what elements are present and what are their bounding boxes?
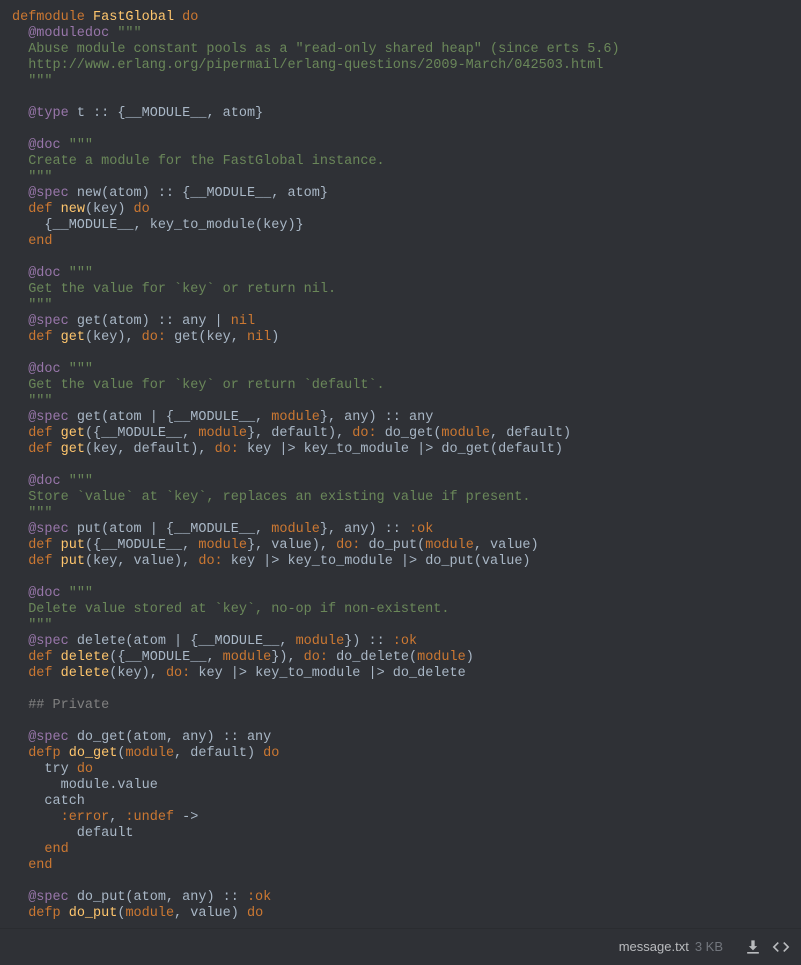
filename-label: message.txt bbox=[619, 939, 689, 955]
code-viewer: defmodule FastGlobal do @moduledoc """ A… bbox=[0, 0, 801, 928]
download-icon[interactable] bbox=[743, 937, 763, 957]
filesize-label: 3 KB bbox=[695, 939, 723, 955]
attachment-footer: message.txt 3 KB bbox=[0, 928, 801, 965]
expand-code-icon[interactable] bbox=[771, 937, 791, 957]
code-content[interactable]: defmodule FastGlobal do @moduledoc """ A… bbox=[12, 10, 789, 922]
